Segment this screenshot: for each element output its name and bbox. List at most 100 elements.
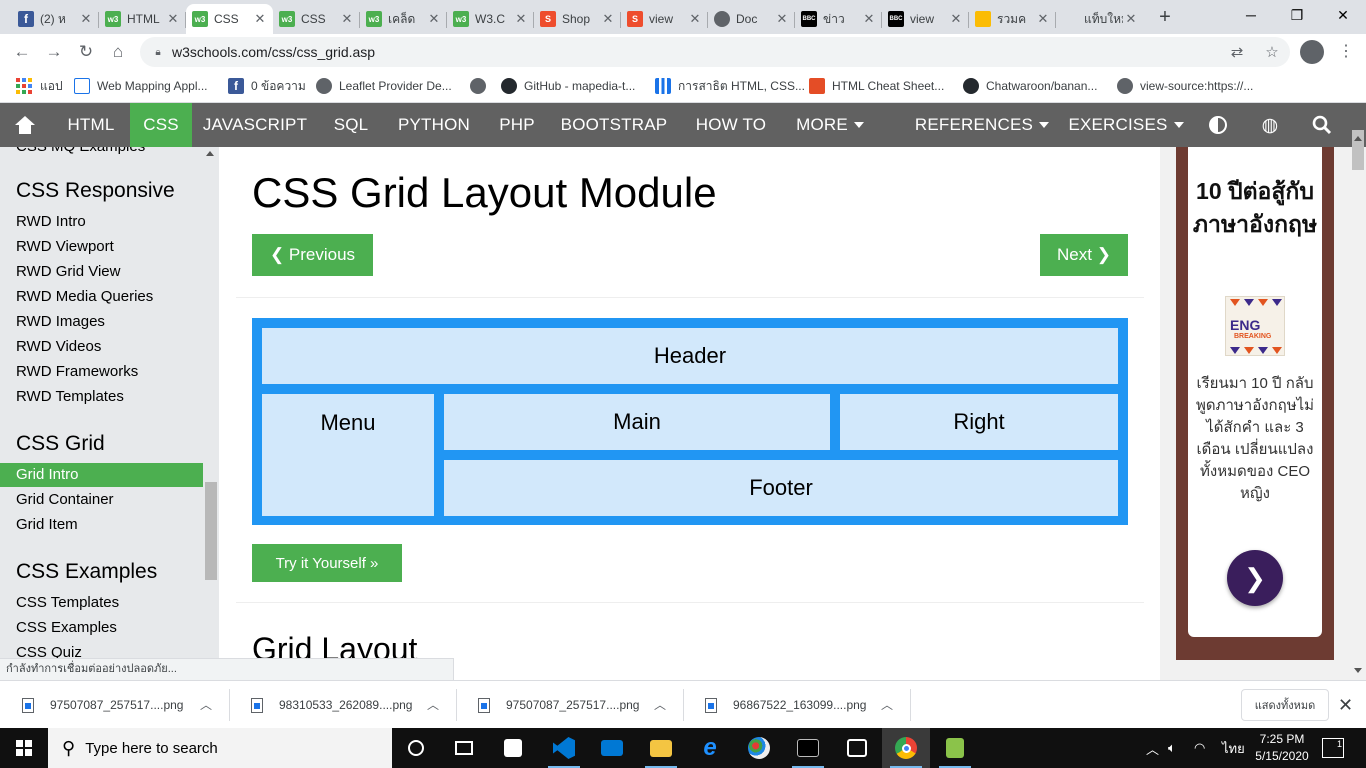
download-item[interactable]: 97507087_257517....png — [456, 681, 683, 729]
new-tab-button[interactable]: + — [1154, 6, 1176, 28]
site-search-button[interactable] — [1302, 103, 1342, 147]
action-center-button[interactable]: 1 — [1322, 738, 1344, 758]
restore-button[interactable]: ❐ — [1274, 0, 1320, 30]
browser-tab[interactable]: Doc ✕ — [708, 4, 795, 34]
browser-tab-active[interactable]: w3 CSS ✕ — [186, 4, 273, 34]
close-icon[interactable]: ✕ — [601, 11, 615, 27]
taskbar-search-box[interactable]: ⚲ Type here to search — [48, 728, 392, 768]
sidebar-item-active[interactable]: Grid Intro — [0, 463, 203, 487]
nav-how-to[interactable]: HOW TO — [678, 103, 784, 147]
browser-tab[interactable]: w3 เคล็ด ✕ — [360, 4, 447, 34]
sidebar-item[interactable]: RWD Videos — [0, 335, 203, 359]
taskbar-app-explorer[interactable] — [637, 728, 685, 768]
profile-avatar[interactable] — [1300, 40, 1324, 64]
sidebar-item[interactable]: RWD Media Queries — [0, 285, 203, 309]
bookmark-apps[interactable]: แอป — [16, 75, 63, 97]
start-button[interactable] — [0, 728, 48, 768]
taskbar-app-mail[interactable] — [588, 728, 636, 768]
bookmark-item[interactable]: GitHub - mapedia-t... — [501, 75, 635, 97]
chevron-up-icon[interactable]: ︿ — [881, 696, 893, 713]
taskbar-app-chrome[interactable] — [882, 728, 930, 768]
url-text[interactable]: w3schools.com/css/css_grid.asp — [172, 44, 375, 60]
nav-more[interactable]: MORE — [784, 103, 876, 147]
browser-tab[interactable]: w3 HTML ✕ — [99, 4, 186, 34]
bookmark-item[interactable]: Chatwaroon/banan... — [963, 75, 1097, 97]
taskbar-app-store[interactable] — [489, 728, 537, 768]
taskbar-app-cmd[interactable] — [784, 728, 832, 768]
input-language-indicator[interactable]: ไทย — [1222, 728, 1245, 768]
nav-javascript[interactable]: JAVASCRIPT — [192, 103, 318, 147]
chevron-up-icon[interactable]: ︿ — [654, 696, 666, 713]
volume-icon[interactable]: 🔈︎ — [1168, 728, 1176, 768]
nav-html[interactable]: HTML — [52, 103, 130, 147]
sidebar-item[interactable]: Grid Container — [0, 488, 203, 512]
download-item[interactable]: 97507087_257517....png — [0, 681, 228, 729]
previous-button[interactable]: ❮ Previous — [252, 234, 373, 276]
ad-next-button[interactable]: ❯ — [1227, 550, 1283, 606]
sidebar-item[interactable]: RWD Grid View — [0, 260, 203, 284]
sidebar-item[interactable]: RWD Frameworks — [0, 360, 203, 384]
wifi-icon[interactable]: ◠ — [1194, 728, 1205, 768]
browser-tab[interactable]: S Shop ✕ — [534, 4, 621, 34]
tray-chevron-icon[interactable]: ︿ — [1146, 728, 1159, 768]
close-icon[interactable]: ✕ — [775, 11, 789, 27]
sidebar-scroll-thumb[interactable] — [205, 482, 217, 580]
page-scrollbar[interactable] — [1350, 147, 1366, 680]
bookmark-item[interactable]: การสาธิต HTML, CSS... — [655, 75, 805, 97]
download-item[interactable]: 98310533_262089....png — [229, 681, 456, 729]
sidebar-item[interactable]: RWD Viewport — [0, 235, 203, 259]
task-view-button[interactable] — [440, 728, 488, 768]
close-icon[interactable]: ✕ — [427, 11, 441, 27]
browser-tab[interactable]: w3 CSS ✕ — [273, 4, 360, 34]
close-icon[interactable]: ✕ — [79, 11, 93, 27]
scroll-up-arrow-icon[interactable] — [1354, 136, 1362, 141]
minimize-button[interactable]: ─ — [1228, 0, 1274, 30]
taskbar-app-generic[interactable] — [833, 728, 881, 768]
browser-tab[interactable]: w3 W3.C ✕ — [447, 4, 534, 34]
try-it-yourself-button[interactable]: Try it Yourself » — [252, 544, 402, 582]
ad-card[interactable]: 10 ปีต่อสู้กับภาษาอังกฤษ ENG BREAKING เร… — [1188, 147, 1322, 637]
forward-button[interactable]: → — [40, 38, 68, 66]
nav-php[interactable]: PHP — [484, 103, 550, 147]
sidebar-item[interactable]: RWD Images — [0, 310, 203, 334]
sidebar-item[interactable]: RWD Templates — [0, 385, 203, 409]
browser-tab[interactable]: แท็บใหม่ ✕ — [1056, 4, 1143, 34]
close-icon[interactable]: ✕ — [1036, 11, 1050, 27]
bookmark-item[interactable]: f 0 ข้อความ — [228, 75, 306, 97]
browser-tab[interactable]: S view ✕ — [621, 4, 708, 34]
browser-tab[interactable]: f (2) ห ✕ — [12, 4, 99, 34]
browser-tab[interactable]: รวมค ✕ — [969, 4, 1056, 34]
nav-python[interactable]: PYTHON — [384, 103, 484, 147]
close-icon[interactable]: ✕ — [340, 11, 354, 27]
sidebar-item-partial[interactable]: CSS MQ Examples — [0, 147, 203, 159]
close-icon[interactable]: ✕ — [862, 11, 876, 27]
nav-sql[interactable]: SQL — [318, 103, 384, 147]
nav-bootstrap[interactable]: BOOTSTRAP — [550, 103, 678, 147]
taskbar-app-notepadpp[interactable] — [931, 728, 979, 768]
nav-css[interactable]: CSS — [130, 103, 192, 147]
bookmark-item[interactable]: view-source:https://... — [1117, 75, 1253, 97]
sidebar-scrollbar[interactable] — [205, 147, 219, 680]
taskbar-app-edge[interactable]: e — [686, 728, 734, 768]
address-bar[interactable]: 🔒︎ w3schools.com/css/css_grid.asp ⇄ ☆ — [140, 37, 1290, 67]
home-button[interactable]: ⌂ — [104, 38, 132, 66]
chevron-up-icon[interactable]: ︿ — [200, 696, 212, 713]
sidebar-item[interactable]: Grid Item — [0, 513, 203, 537]
theme-toggle-button[interactable] — [1198, 103, 1238, 147]
bookmark-item[interactable]: Web Mapping Appl... — [74, 75, 208, 97]
sidebar-item[interactable]: CSS Examples — [0, 616, 203, 640]
star-icon[interactable]: ☆ — [1260, 41, 1284, 63]
download-item[interactable]: 96867522_163099....png — [683, 681, 910, 729]
advertisement[interactable]: 10 ปีต่อสู้กับภาษาอังกฤษ ENG BREAKING เร… — [1176, 147, 1334, 660]
nav-home[interactable] — [0, 103, 50, 147]
close-icon[interactable]: ✕ — [949, 11, 963, 27]
sidebar-item[interactable]: RWD Intro — [0, 210, 203, 234]
nav-references[interactable]: REFERENCES — [906, 103, 1058, 147]
system-clock[interactable]: 7:25 PM 5/15/2020 — [1250, 731, 1314, 765]
scroll-up-arrow-icon[interactable] — [206, 151, 214, 156]
nav-exercises[interactable]: EXERCISES — [1058, 103, 1194, 147]
taskbar-app-vscode[interactable] — [540, 728, 588, 768]
bookmark-item[interactable]: Leaflet Provider De... — [316, 75, 452, 97]
bookmark-item[interactable]: HTML Cheat Sheet... — [809, 75, 944, 97]
scroll-down-arrow-icon[interactable] — [1354, 668, 1362, 673]
